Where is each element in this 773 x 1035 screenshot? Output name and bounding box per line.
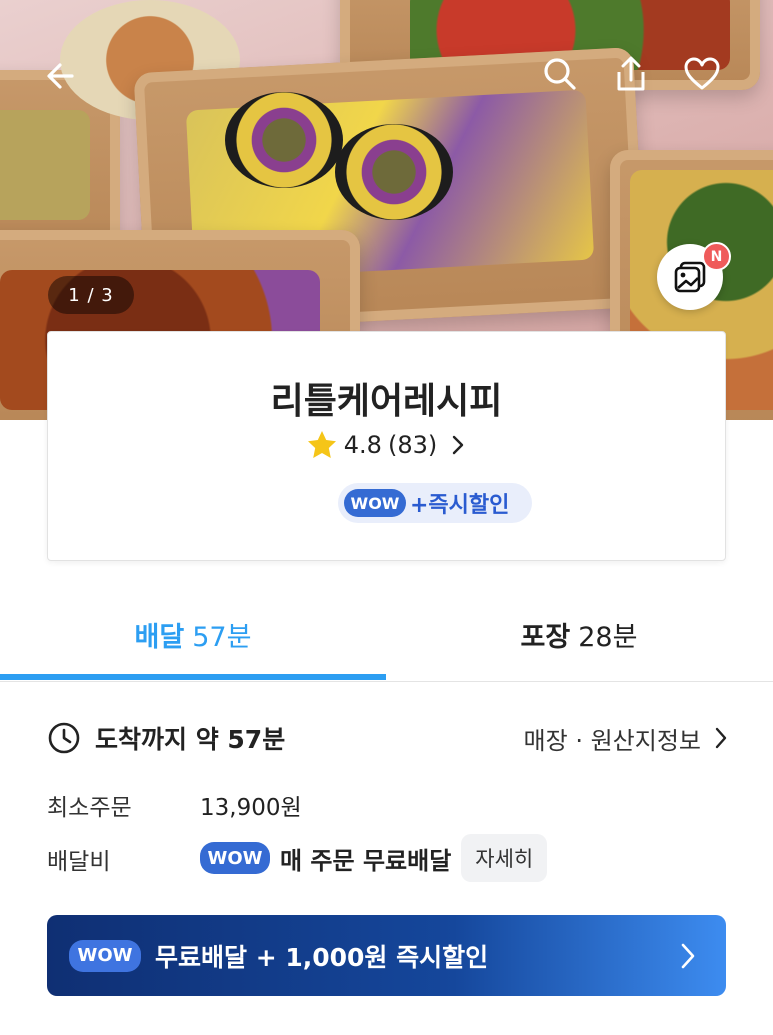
wow-discount-pill: WOW +즉시할인 — [338, 483, 532, 523]
delivery-fee-label: 배달비 — [47, 849, 111, 875]
search-button[interactable] — [536, 50, 584, 98]
review-count: (83) — [387, 431, 438, 459]
details-button[interactable]: 자세히 — [461, 834, 548, 882]
heart-icon — [684, 57, 720, 90]
tab-pickup-time: 28분 — [578, 621, 638, 653]
wow-badge: WOW — [200, 842, 270, 874]
tab-pickup[interactable]: 포장 28분 — [386, 588, 772, 680]
wow-promo-banner[interactable]: WOW 무료배달 + 1,000원 즉시할인 — [47, 915, 726, 996]
chevron-right-icon — [681, 943, 695, 969]
store-origin-info-link[interactable]: 매장 · 원산지정보 — [524, 718, 729, 758]
share-icon — [617, 56, 645, 91]
back-button[interactable] — [38, 52, 86, 100]
store-name: 리틀케어레시피 — [270, 381, 503, 422]
rating-row[interactable]: 4.8 (83) — [48, 429, 725, 461]
chevron-right-icon — [715, 727, 727, 749]
tab-pickup-label: 포장 — [520, 621, 571, 653]
delivery-fee-row: WOW 매 주문 무료배달 자세히 — [200, 834, 548, 882]
min-order-value: 13,900원 — [200, 795, 302, 821]
arrival-time: 도착까지 약 57분 — [47, 718, 285, 758]
search-icon — [544, 58, 576, 90]
wow-badge: WOW — [69, 939, 141, 972]
tab-delivery[interactable]: 배달 57분 — [0, 588, 386, 680]
share-button[interactable] — [607, 50, 655, 98]
rating-value: 4.8 — [343, 431, 382, 459]
chevron-right-icon — [453, 435, 464, 455]
star-icon — [307, 431, 336, 458]
store-origin-info-label: 매장 · 원산지정보 — [523, 726, 701, 755]
arrival-text: 도착까지 약 57분 — [95, 725, 286, 754]
arrow-left-icon — [47, 63, 74, 89]
kimbap-roll — [335, 124, 453, 220]
kimbap-roll — [225, 92, 343, 188]
new-badge: N — [702, 242, 731, 271]
image-page-indicator: 1 / 3 — [48, 276, 134, 314]
food-fill — [0, 110, 90, 220]
top-bar — [0, 50, 773, 102]
store-card: 리틀케어레시피 4.8 (83) WOW +즉시할인 — [47, 331, 726, 561]
tab-delivery-label: 배달 — [134, 621, 185, 653]
wow-promo-text: +즉시할인 — [410, 493, 510, 518]
tab-delivery-time: 57분 — [192, 621, 252, 653]
photo-gallery-icon — [674, 261, 706, 293]
active-tab-indicator — [0, 674, 386, 680]
clock-icon — [48, 722, 80, 754]
delivery-fee-text: 매 주문 무료배달 — [280, 846, 452, 875]
wow-badge: WOW — [344, 489, 406, 517]
promo-banner-text: 무료배달 + 1,000원 즉시할인 — [155, 942, 489, 972]
min-order-label: 최소주문 — [47, 795, 132, 821]
favorite-button[interactable] — [678, 50, 726, 98]
order-type-tabs: 배달 57분 포장 28분 — [0, 588, 773, 682]
